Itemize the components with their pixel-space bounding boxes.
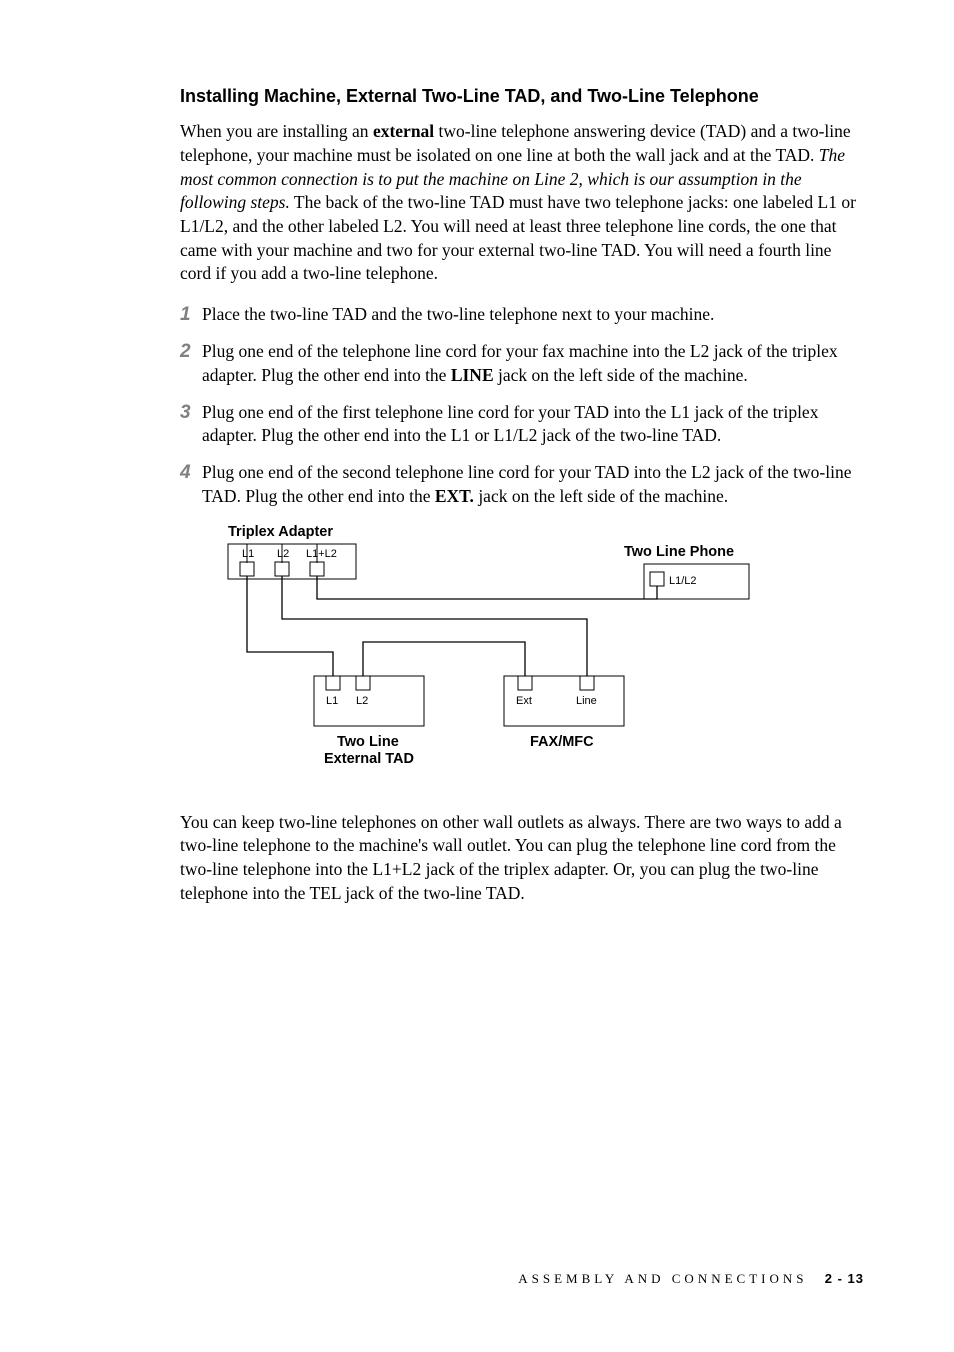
jack-l1l2: L1+L2	[306, 548, 337, 560]
step-text-pre: Plug one end of the first telephone line…	[202, 402, 818, 446]
label-triplex: Triplex Adapter	[228, 524, 333, 540]
closing-paragraph: You can keep two-line telephones on othe…	[180, 811, 864, 906]
step-text-pre: Place the two-line TAD and the two-line …	[202, 304, 714, 324]
step-1: 1 Place the two-line TAD and the two-lin…	[180, 302, 864, 328]
fax-jack-line: Line	[576, 695, 597, 707]
step-text: Plug one end of the first telephone line…	[202, 401, 864, 448]
footer-section: ASSEMBLY AND CONNECTIONS	[518, 1271, 807, 1286]
section-heading: Installing Machine, External Two-Line TA…	[180, 85, 864, 108]
fax-jack-ext: Ext	[516, 695, 532, 707]
step-text-post: jack on the left side of the machine.	[494, 365, 748, 385]
tad-jack-l2: L2	[356, 695, 368, 707]
intro-bold-external: external	[373, 121, 434, 141]
step-2: 2 Plug one end of the telephone line cor…	[180, 339, 864, 387]
footer-page-number: 2 - 13	[825, 1271, 864, 1286]
step-4: 4 Plug one end of the second telephone l…	[180, 460, 864, 508]
label-twoline-tad1: Two Line	[337, 734, 399, 750]
step-text: Plug one end of the telephone line cord …	[202, 340, 864, 387]
step-number: 4	[180, 460, 202, 486]
label-twoline-tad2: External TAD	[324, 751, 414, 767]
step-text-bold: LINE	[451, 365, 494, 385]
step-text: Place the two-line TAD and the two-line …	[202, 303, 864, 327]
step-text-post: jack on the left side of the machine.	[474, 486, 728, 506]
jack-l1: L1	[242, 548, 254, 560]
page-footer: ASSEMBLY AND CONNECTIONS 2 - 13	[518, 1270, 864, 1288]
steps-list: 1 Place the two-line TAD and the two-lin…	[180, 302, 864, 508]
step-number: 1	[180, 302, 202, 328]
jack-l1l2-phone: L1/L2	[669, 575, 697, 587]
step-text: Plug one end of the second telephone lin…	[202, 461, 864, 508]
diagram-svg: Triplex Adapter L1 L2 L1+L2 Two Line Pho…	[204, 524, 764, 784]
intro-pre: When you are installing an	[180, 121, 373, 141]
step-text-bold: EXT.	[435, 486, 474, 506]
label-faxmfc: FAX/MFC	[530, 734, 594, 750]
step-number: 3	[180, 400, 202, 426]
wiring-diagram: Triplex Adapter L1 L2 L1+L2 Two Line Pho…	[204, 522, 764, 791]
intro-paragraph: When you are installing an external two-…	[180, 120, 864, 285]
tad-jack-l1: L1	[326, 695, 338, 707]
step-number: 2	[180, 339, 202, 365]
jack-l2: L2	[277, 548, 289, 560]
step-3: 3 Plug one end of the first telephone li…	[180, 400, 864, 448]
label-two-line-phone: Two Line Phone	[624, 544, 734, 560]
